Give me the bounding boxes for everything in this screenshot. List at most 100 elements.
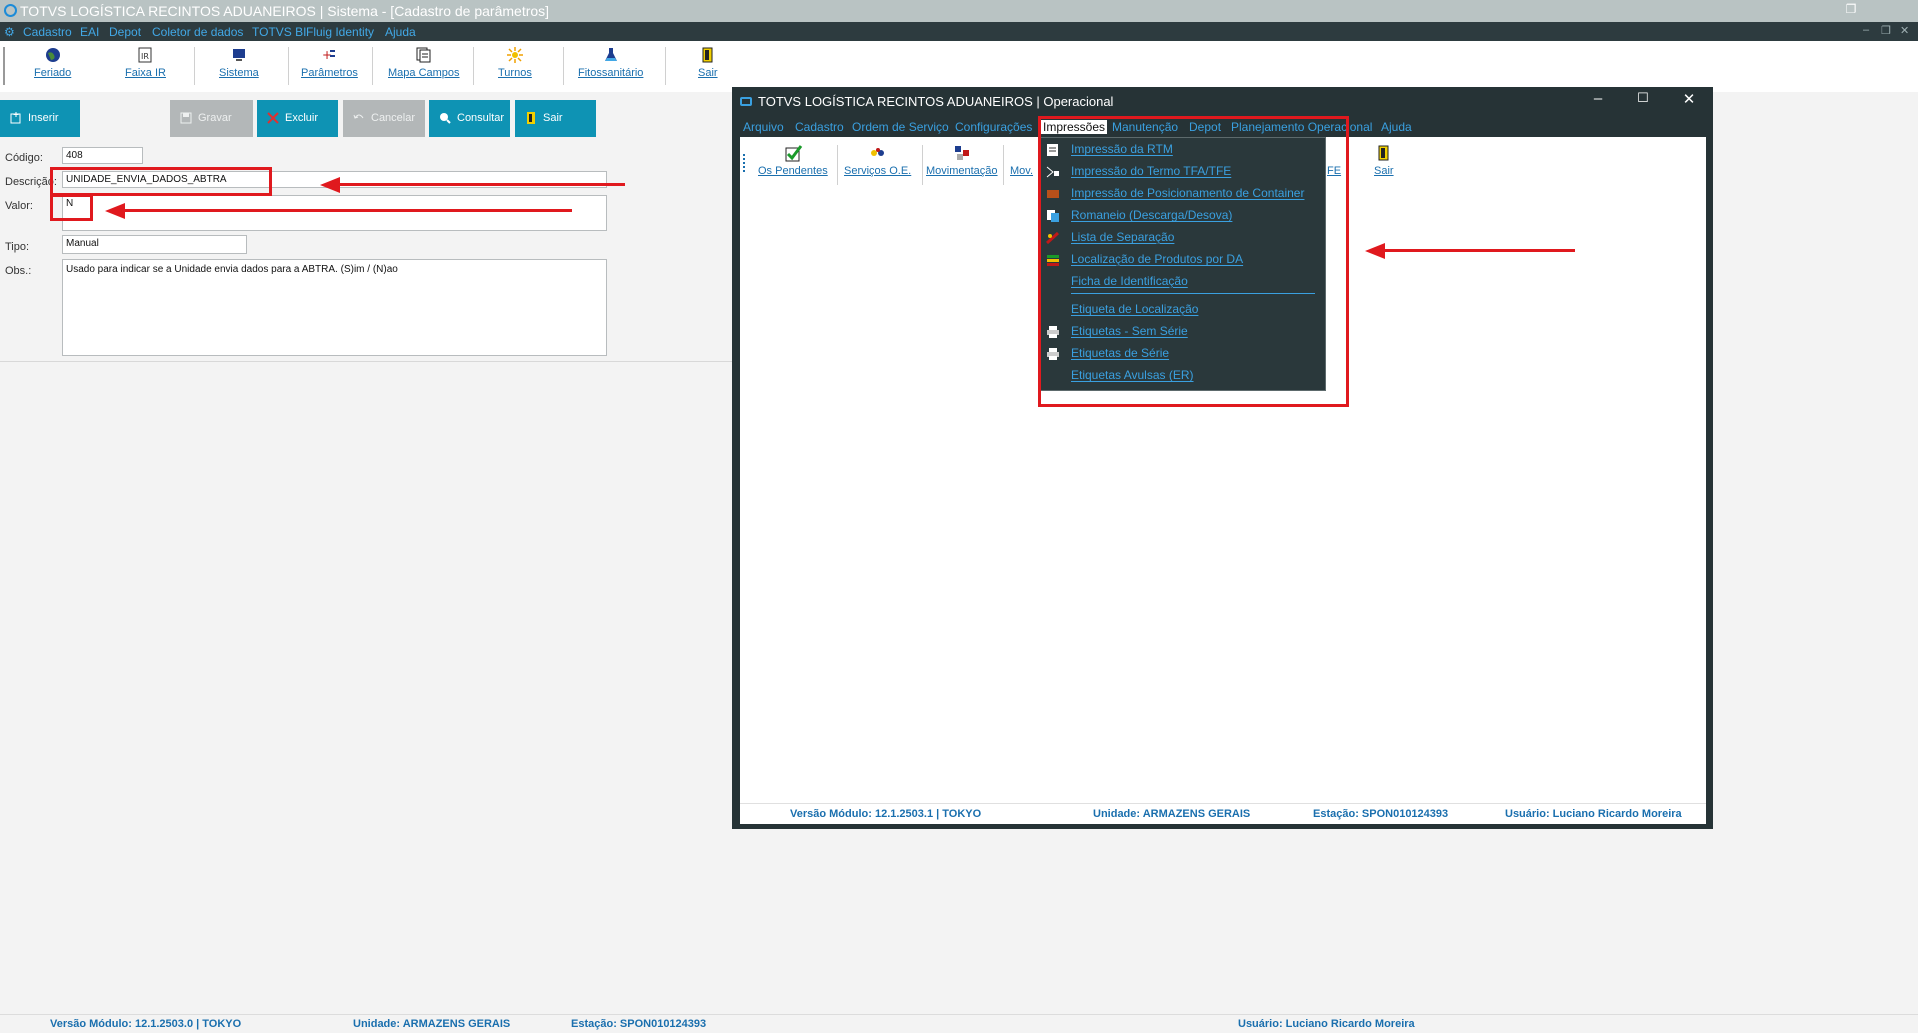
undo-icon <box>353 114 364 119</box>
toolbar-turnos[interactable]: Turnos <box>498 47 532 79</box>
toolbar-separator <box>372 47 373 85</box>
type-label: Tipo: <box>5 241 30 253</box>
window-icon <box>740 97 752 106</box>
status-user: Usuário: Luciano Ricardo Moreira <box>1505 808 1682 820</box>
toolbar-separator <box>837 145 838 185</box>
menu-cadastro[interactable]: Cadastro <box>23 25 72 39</box>
type-field[interactable]: Manual <box>62 235 247 254</box>
status-station: Estação: SPON010124393 <box>1313 808 1449 820</box>
toolbar-mapa-campos[interactable]: Mapa Campos <box>388 47 460 79</box>
delete-icon <box>267 112 279 124</box>
toolbar-fitossanitario[interactable]: Fitossanitário <box>578 47 643 79</box>
app-icon <box>4 4 17 17</box>
exit-icon <box>527 112 535 124</box>
toolbar-separator <box>194 47 195 85</box>
toolbar-separator <box>473 47 474 85</box>
svg-text:IR: IR <box>141 52 149 61</box>
map-icon <box>416 47 432 63</box>
annotation-arrow-description <box>340 183 625 186</box>
menu-ordem-servico[interactable]: Ordem de Serviço <box>852 120 949 134</box>
annotation-arrowhead <box>105 203 125 219</box>
maximize-button[interactable]: ☐ <box>1623 90 1663 106</box>
menu-cadastro[interactable]: Cadastro <box>795 120 844 134</box>
toolbar-separator <box>922 145 923 185</box>
query-button[interactable]: Consultar <box>429 100 510 137</box>
code-field[interactable]: 408 <box>62 147 143 164</box>
minimize-button[interactable]: – <box>1578 90 1618 107</box>
menu-fluig[interactable]: Fluig Identity <box>306 25 374 39</box>
toolbar-separator <box>563 47 564 85</box>
computer-icon <box>231 47 247 63</box>
movement-icon <box>954 145 970 161</box>
annotation-arrowhead <box>1365 243 1385 259</box>
mdi-minimize-button[interactable]: – <box>1863 24 1869 36</box>
menu-ajuda[interactable]: Ajuda <box>1381 120 1412 134</box>
toolbar-separator <box>288 47 289 85</box>
services-icon <box>870 145 886 161</box>
toolbar-os-pendentes[interactable]: Os Pendentes <box>758 145 828 177</box>
query-icon <box>440 113 451 124</box>
status-version: Versão Módulo: 12.1.2503.0 | TOKYO <box>50 1018 242 1030</box>
insert-button[interactable]: Inserir <box>0 100 80 137</box>
delete-button[interactable]: Excluir <box>257 100 338 137</box>
status-version: Versão Módulo: 12.1.2503.1 | TOKYO <box>790 808 982 820</box>
annotation-arrow-impressoes <box>1385 249 1575 252</box>
toolbar-sair[interactable]: Sair <box>698 47 718 79</box>
menu-depot[interactable]: Depot <box>109 25 141 39</box>
menu-coletor[interactable]: Coletor de dados <box>152 25 243 39</box>
obs-field[interactable]: Usado para indicar se a Unidade envia da… <box>62 259 607 356</box>
mdi-close-button[interactable]: ✕ <box>1900 24 1909 37</box>
close-button[interactable]: ✕ <box>1669 90 1709 108</box>
main-toolbar: Feriado IR Faixa IR Sistema + Parâmetros… <box>0 41 1918 92</box>
toolbar-sistema[interactable]: Sistema <box>219 47 259 79</box>
menu-configuracoes[interactable]: Configurações <box>955 120 1032 134</box>
exit-icon <box>1376 145 1392 161</box>
checkmark-icon <box>785 145 803 162</box>
mdi-restore-button[interactable]: ❐ <box>1881 24 1891 37</box>
obs-label: Obs.: <box>5 265 32 277</box>
menu-totvs-bi[interactable]: TOTVS BI <box>252 25 306 39</box>
status-user: Usuário: Luciano Ricardo Moreira <box>1238 1018 1415 1030</box>
globe-icon <box>45 47 61 63</box>
toolbar-grip <box>3 47 5 85</box>
status-station: Estação: SPON010124393 <box>571 1018 707 1030</box>
toolbar-movimentacao[interactable]: Movimentação <box>926 145 998 177</box>
exit-button[interactable]: Sair <box>515 100 596 137</box>
menu-ajuda[interactable]: Ajuda <box>385 25 416 39</box>
annotation-box-value <box>50 194 93 221</box>
menu-arquivo[interactable]: Arquivo <box>743 120 784 134</box>
status-unit: Unidade: ARMAZENS GERAIS <box>353 1018 511 1030</box>
menu-eai[interactable]: EAI <box>80 25 99 39</box>
menu-bar: ⚙ Cadastro EAI Depot Coletor de dados TO… <box>0 22 1918 41</box>
toolbar-separator <box>1003 145 1004 185</box>
toolbar-separator <box>665 47 666 85</box>
toolbar-feriado[interactable]: Feriado <box>34 47 71 79</box>
toolbar-mov[interactable]: Mov. <box>1010 165 1033 177</box>
document-icon: IR <box>137 47 153 63</box>
status-unit: Unidade: ARMAZENS GERAIS <box>1093 808 1251 820</box>
exit-icon <box>700 47 716 63</box>
toolbar-grip <box>743 154 747 172</box>
restore-button[interactable]: ❐ <box>1836 2 1866 16</box>
annotation-box-impressoes <box>1038 116 1349 407</box>
sun-icon <box>506 47 523 63</box>
toolbar-faixa-ir[interactable]: IR Faixa IR <box>125 47 166 79</box>
save-icon <box>180 112 192 124</box>
value-label: Valor: <box>5 200 33 212</box>
operational-status-bar: Versão Módulo: 12.1.2503.1 | TOKYO Unida… <box>740 803 1706 824</box>
toolbar-sair[interactable]: Sair <box>1374 145 1394 177</box>
annotation-arrow-value <box>125 209 572 212</box>
flask-icon <box>603 47 619 63</box>
status-bar: Versão Módulo: 12.1.2503.0 | TOKYO Unida… <box>0 1014 1918 1033</box>
window-title: TOTVS LOGÍSTICA RECINTOS ADUANEIROS | Si… <box>20 3 550 19</box>
code-label: Código: <box>5 152 43 164</box>
insert-icon <box>10 112 21 124</box>
toolbar-parametros[interactable]: + Parâmetros <box>301 47 358 79</box>
form-divider <box>0 361 732 362</box>
save-button[interactable]: Gravar <box>170 100 253 137</box>
cancel-button[interactable]: Cancelar <box>343 100 425 137</box>
value-field[interactable]: N <box>62 195 607 231</box>
operational-window-title: TOTVS LOGÍSTICA RECINTOS ADUANEIROS | Op… <box>758 94 1114 109</box>
parameters-icon: + <box>321 47 337 63</box>
toolbar-servicos-oe[interactable]: Serviços O.E. <box>844 145 911 177</box>
